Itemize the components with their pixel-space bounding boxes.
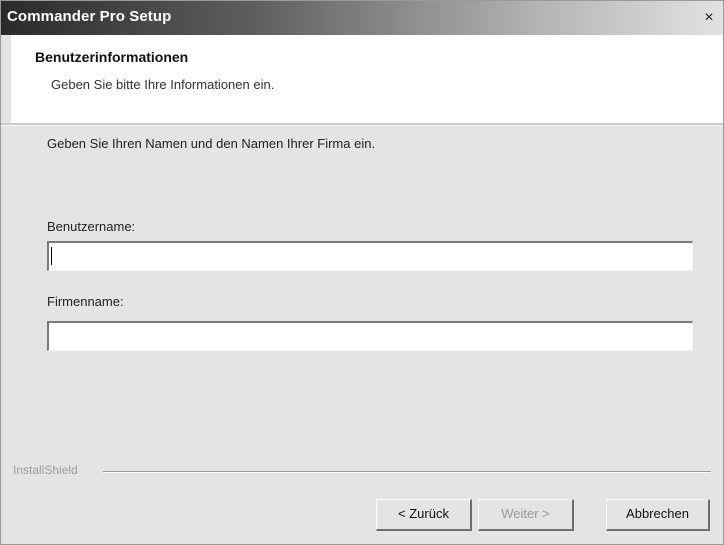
page-subtitle: Geben Sie bitte Ihre Informationen ein. <box>51 77 275 92</box>
cancel-button[interactable]: Abbrechen <box>606 499 710 531</box>
text-caret <box>51 247 52 265</box>
setup-dialog: Commander Pro Setup × Benutzerinformatio… <box>0 0 724 545</box>
form-area: Geben Sie Ihren Namen und den Namen Ihre… <box>1 126 723 456</box>
title-bar[interactable]: Commander Pro Setup × <box>1 1 723 35</box>
page-title: Benutzerinformationen <box>35 49 189 65</box>
back-button[interactable]: < Zurück <box>376 499 472 531</box>
username-input[interactable] <box>47 241 693 271</box>
installshield-branding: InstallShield <box>1 463 723 483</box>
username-label: Benutzername: <box>47 219 136 234</box>
close-icon[interactable]: × <box>699 8 719 28</box>
company-label: Firmenname: <box>47 294 124 309</box>
next-button[interactable]: Weiter > <box>478 499 574 531</box>
window-title: Commander Pro Setup <box>7 8 172 25</box>
footer-divider <box>103 471 711 473</box>
company-input[interactable] <box>47 321 693 351</box>
header-panel: Benutzerinformationen Geben Sie bitte Ih… <box>11 35 723 123</box>
instruction-text: Geben Sie Ihren Namen und den Namen Ihre… <box>47 136 376 151</box>
installshield-label: InstallShield <box>13 463 78 477</box>
